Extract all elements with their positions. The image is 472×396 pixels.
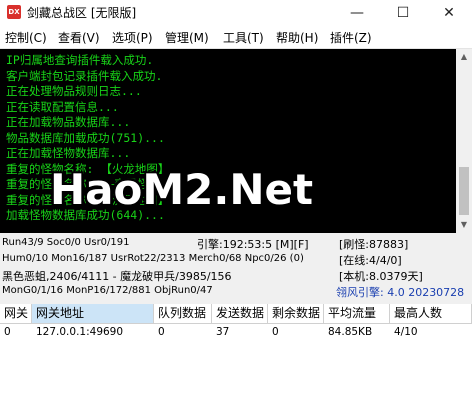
status-mon-g: MonG0/1/16 MonP16/172/881 ObjRun0/47 [2,285,213,296]
status-hum: Hum0/10 Mon16/187 UsrRot22/2313 Merch0/6… [2,253,304,264]
status-uptime: [本机:8.0379天] [339,270,423,283]
maximize-button[interactable]: ☐ [380,0,426,26]
console-line: 客户端封包记录插件载入成功. [6,68,163,83]
col-queue-data[interactable]: 队列数据 [154,304,212,323]
col-avg-traffic[interactable]: 平均流量 [324,304,390,323]
cell-queue-data: 0 [158,326,165,338]
col-gateway[interactable]: 网关 [0,304,32,323]
menu-bar: 控制(C) 查看(V) 选项(P) 管理(M) 工具(T) 帮助(H) 插件(Z… [0,26,472,49]
status-monster: 黑色恶蛆,2406/4111 - 魔龙破甲兵/3985/156 [2,270,232,283]
cell-max-users: 4/10 [394,326,418,338]
status-online: [在线:4/4/0] [339,254,402,267]
menu-control[interactable]: 控制(C) [5,29,47,46]
status-engine: 引擎:192:53:5 [M][F] [197,238,309,251]
console-line: 正在处理物品规则日志... [6,84,142,98]
table-header: 网关 网关地址 队列数据 发送数据 剩余数据 平均流量 最高人数 [0,304,472,324]
menu-plugins[interactable]: 插件(Z) [330,29,372,46]
app-icon: DX [7,5,21,19]
menu-manage[interactable]: 管理(M) [165,29,209,46]
col-max-users[interactable]: 最高人数 [390,304,472,323]
menu-view[interactable]: 查看(V) [58,29,100,46]
title-bar: DX 剑藏总战区 [无限版] — ☐ ✕ [0,0,472,26]
scroll-thumb[interactable] [459,167,469,215]
cell-send-data: 37 [216,326,230,338]
cell-gateway: 0 [4,326,11,338]
menu-help[interactable]: 帮助(H) [276,29,318,46]
cell-gateway-address: 127.0.0.1:49690 [36,326,124,338]
status-panel: Run43/9 Soc0/0 Usr0/191 引擎:192:53:5 [M][… [0,234,472,300]
cell-avg-traffic: 84.85KB [328,326,373,338]
console-line: 正在加载物品数据库... [6,115,131,129]
col-gateway-address[interactable]: 网关地址 [32,304,154,323]
menu-tools[interactable]: 工具(T) [223,29,264,46]
gateway-table[interactable]: 网关 网关地址 队列数据 发送数据 剩余数据 平均流量 最高人数 0 127.0… [0,304,472,396]
status-engine-version: 翎风引擎: 4.0 20230728 [336,286,465,299]
minimize-button[interactable]: — [334,0,380,26]
col-remaining-data[interactable]: 剩余数据 [268,304,324,323]
scroll-down-arrow-icon[interactable]: ▼ [456,217,472,233]
menu-options[interactable]: 选项(P) [112,29,153,46]
console-log[interactable]: IP归属地查询插件载入成功. 客户端封包记录插件载入成功. 正在处理物品规则日志… [0,49,472,233]
console-scrollbar[interactable]: ▲ ▼ [456,49,472,233]
watermark-logo: HaoM2.Net [50,165,314,214]
scroll-up-arrow-icon[interactable]: ▲ [456,49,472,65]
console-line: IP归属地查询插件载入成功. [6,53,154,67]
console-line: 正在加载怪物数据库... [6,146,131,160]
col-send-data[interactable]: 发送数据 [212,304,268,323]
console-line: 正在读取配置信息... [6,99,119,114]
status-run: Run43/9 Soc0/0 Usr0/191 [2,237,130,248]
close-button[interactable]: ✕ [426,0,472,26]
console-line: 物品数据库加载成功(751)... [6,130,165,145]
status-spawn: [刷怪:87883] [339,238,409,251]
window-title: 剑藏总战区 [无限版] [27,6,137,20]
cell-remaining-data: 0 [272,326,279,338]
